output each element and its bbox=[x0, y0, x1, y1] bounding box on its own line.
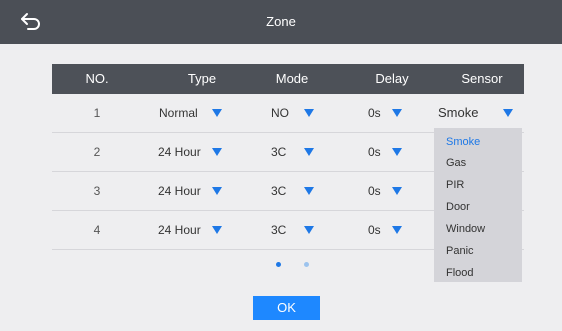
dropdown-arrow-icon bbox=[304, 187, 314, 195]
dropdown-arrow-icon bbox=[392, 109, 402, 117]
dropdown-arrow-icon bbox=[212, 226, 222, 234]
column-header-no: NO. bbox=[85, 71, 109, 86]
dropdown-arrow-icon bbox=[304, 226, 314, 234]
sensor-value: Smoke bbox=[438, 105, 479, 120]
sensor-option-flood[interactable]: Flood bbox=[446, 263, 474, 283]
dropdown-arrow-icon bbox=[304, 148, 314, 156]
table-header: NO. Type Mode Delay Sensor bbox=[52, 64, 524, 94]
page-title: Zone bbox=[266, 14, 296, 29]
page-dot-active[interactable] bbox=[276, 262, 281, 267]
dropdown-arrow-icon bbox=[212, 148, 222, 156]
dropdown-arrow-icon bbox=[392, 187, 402, 195]
sensor-dropdown-list: Smoke Gas PIR Door Window Panic Flood bbox=[434, 128, 522, 282]
page-dot[interactable] bbox=[304, 262, 309, 267]
row-number: 2 bbox=[93, 145, 101, 159]
sensor-option-gas[interactable]: Gas bbox=[446, 153, 466, 173]
delay-value: 0s bbox=[368, 184, 381, 198]
mode-value: NO bbox=[271, 106, 289, 120]
row-number: 1 bbox=[93, 106, 101, 120]
dropdown-arrow-icon bbox=[212, 109, 222, 117]
row-number: 4 bbox=[93, 223, 101, 237]
sensor-option-pir[interactable]: PIR bbox=[446, 175, 464, 195]
dropdown-arrow-icon bbox=[212, 187, 222, 195]
delay-value: 0s bbox=[368, 106, 381, 120]
sensor-option-smoke[interactable]: Smoke bbox=[446, 132, 480, 152]
mode-value: 3C bbox=[271, 145, 287, 159]
type-value: 24 Hour bbox=[158, 145, 201, 159]
type-value: 24 Hour bbox=[158, 184, 201, 198]
row-number: 3 bbox=[93, 184, 101, 198]
mode-value: 3C bbox=[271, 223, 287, 237]
dropdown-arrow-icon bbox=[503, 109, 513, 117]
type-value: 24 Hour bbox=[158, 223, 201, 237]
top-bar: Zone bbox=[0, 0, 562, 44]
column-header-sensor: Sensor bbox=[461, 71, 503, 86]
dropdown-arrow-icon bbox=[392, 226, 402, 234]
dropdown-arrow-icon bbox=[392, 148, 402, 156]
sensor-option-door[interactable]: Door bbox=[446, 197, 470, 217]
ok-button[interactable]: OK bbox=[253, 296, 320, 320]
delay-value: 0s bbox=[368, 145, 381, 159]
mode-value: 3C bbox=[271, 184, 287, 198]
column-header-mode: Mode bbox=[275, 71, 309, 86]
column-header-type: Type bbox=[187, 71, 217, 86]
column-header-delay: Delay bbox=[375, 71, 409, 86]
type-value: Normal bbox=[159, 106, 198, 120]
sensor-option-window[interactable]: Window bbox=[446, 219, 485, 239]
dropdown-arrow-icon bbox=[304, 109, 314, 117]
delay-value: 0s bbox=[368, 223, 381, 237]
sensor-option-panic[interactable]: Panic bbox=[446, 241, 474, 261]
